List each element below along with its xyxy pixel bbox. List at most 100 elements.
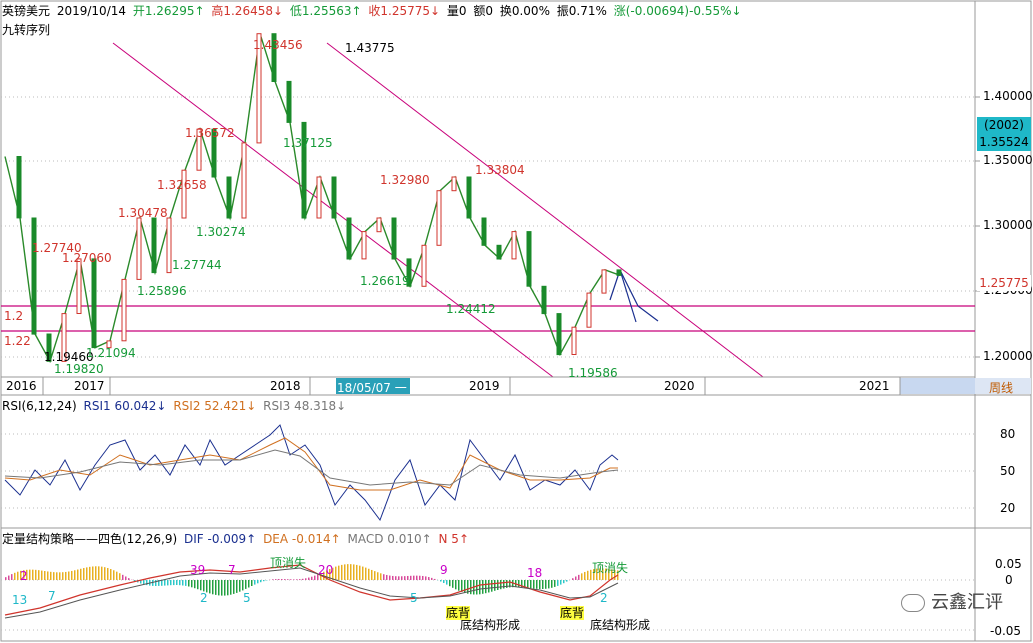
macd-bar: [65, 571, 67, 581]
candle: [136, 217, 142, 280]
macd-bar: [461, 580, 463, 592]
macd-bar: [263, 580, 265, 582]
macd-bar: [218, 580, 220, 596]
macd-bar: [545, 580, 547, 589]
macd-bar: [245, 580, 247, 589]
macd-bar: [344, 564, 346, 580]
macd-bar: [110, 569, 112, 581]
macd-bar: [194, 580, 196, 589]
macd-bar: [443, 580, 445, 583]
candle: [586, 292, 592, 328]
macd-bar: [200, 580, 202, 591]
candle: [571, 326, 577, 356]
macd-bar: [566, 580, 568, 582]
year-label: 2020: [664, 379, 695, 393]
macd-bar: [563, 580, 565, 584]
macd-bar: [572, 578, 574, 580]
price-label: 1.32658: [157, 178, 207, 192]
price-label: 1.21094: [86, 346, 136, 360]
macd-bar: [314, 575, 316, 581]
macd-bar: [122, 574, 124, 581]
macd-bar: [281, 578, 283, 580]
macd-bar: [143, 580, 145, 585]
watermark: 云鑫汇评: [901, 588, 1003, 614]
macd-bar: [335, 566, 337, 581]
macd-bar: [401, 576, 403, 580]
macd-bar: [284, 579, 286, 580]
candle: [76, 258, 82, 314]
macd-bar: [560, 580, 562, 585]
bottom-structure-label: 底结构形成: [460, 618, 521, 632]
macd-bar: [359, 565, 361, 581]
macd-bar: [416, 575, 418, 581]
candle: [346, 217, 352, 260]
candle: [541, 285, 547, 315]
candle: [376, 217, 382, 233]
macd-bar: [395, 576, 397, 580]
macd-bar: [242, 580, 244, 591]
macd-bar: [491, 580, 493, 592]
candle: [481, 217, 487, 246]
seq-label: 2: [200, 591, 208, 605]
seq-label: 13: [12, 593, 28, 607]
macd-bar: [260, 580, 262, 583]
candle: [616, 269, 622, 276]
rsi-grid: [1, 433, 975, 509]
candle: [421, 244, 427, 287]
period-label[interactable]: 周线: [989, 379, 1013, 396]
seq-label: 7: [48, 589, 56, 603]
candle: [361, 231, 367, 260]
macd-bar: [176, 580, 178, 585]
macd-bar: [392, 575, 394, 580]
candle: [466, 176, 472, 219]
macd-bar: [41, 570, 43, 580]
macd-bar: [410, 575, 412, 581]
macd-bar: [170, 580, 172, 586]
price-box-value: 1.35524: [979, 135, 1029, 149]
macd-bar: [293, 579, 295, 580]
macd-bar: [203, 580, 205, 592]
main-grid: [1, 96, 975, 358]
macd-axis-label: 0: [1005, 573, 1013, 587]
top-signal-label: 顶消失: [592, 561, 629, 575]
macd-header: 定量结构策略——四色(12,26,9) DIF -0.009↑ DEA -0.0…: [2, 531, 472, 547]
macd-bar: [365, 567, 367, 581]
macd-bar: [290, 579, 292, 581]
candle: [166, 217, 172, 274]
macd-bar: [347, 564, 349, 581]
macd-bar: [47, 571, 49, 581]
rsi-header: RSI(6,12,24) RSI1 60.042↓ RSI2 52.421↓ R…: [2, 398, 349, 414]
n-value: N 5↑: [438, 532, 469, 546]
rsi1-line: [4, 424, 619, 522]
macd-bar: [50, 571, 52, 581]
rsi-name: RSI(6,12,24): [2, 399, 77, 413]
price-axis-label: 1.30000: [983, 218, 1033, 232]
macd-bar: [125, 576, 127, 580]
macd-bar: [11, 574, 13, 581]
price-label: 1.19820: [54, 362, 104, 376]
macd-bar: [431, 577, 433, 580]
macd-bar: [212, 580, 214, 595]
candle: [241, 142, 247, 219]
macd-bar: [386, 574, 388, 580]
macd-bar: [338, 565, 340, 581]
macd-bar: [470, 580, 472, 595]
macd-bar: [350, 564, 352, 581]
macd-bar: [83, 568, 85, 581]
candle: [226, 176, 232, 219]
macd-bar: [434, 578, 436, 581]
macd-bar: [503, 580, 505, 589]
macd-bar: [239, 580, 241, 592]
bottom-tag-label: 底背: [446, 606, 471, 620]
rsi3-value: RSI3 48.318↓: [263, 399, 347, 413]
macd-bar: [581, 573, 583, 581]
dif-value: DIF -0.009↑: [184, 532, 257, 546]
macd-bar: [14, 572, 16, 581]
macd-bar: [53, 572, 55, 581]
macd-bar: [278, 578, 280, 580]
macd-bar: [308, 577, 310, 580]
macd-bar: [302, 578, 304, 581]
price-label: 1.33804: [475, 163, 525, 177]
macd-bar: [557, 580, 559, 586]
price-label: 1.30478: [118, 206, 168, 220]
